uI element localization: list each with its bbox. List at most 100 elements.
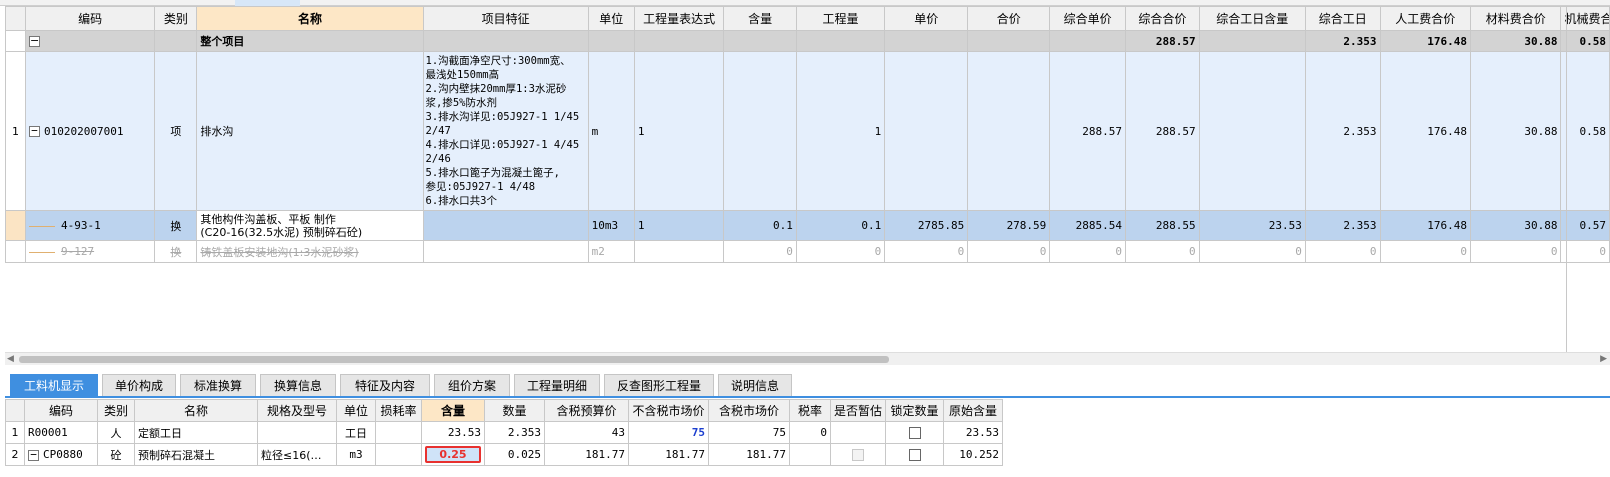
sub-machine-cost: 0.57 <box>1560 210 1610 241</box>
lock-quantity-checkbox[interactable] <box>908 427 921 439</box>
res-header-code[interactable]: 编码 <box>24 399 98 422</box>
deleted-category: 换 <box>154 240 198 263</box>
sub-content[interactable]: 0.1 <box>723 210 797 241</box>
total-row-name: 整个项目 <box>196 30 424 52</box>
tab-standard-conversion[interactable]: 标准换算 <box>180 374 256 396</box>
header-code[interactable]: 编码 <box>24 6 156 31</box>
total-labor-cost: 176.48 <box>1379 30 1472 52</box>
res-header-unit[interactable]: 单位 <box>336 399 376 422</box>
header-total-price[interactable]: 合价 <box>967 6 1051 31</box>
resource-header-row: 编码 类别 名称 规格及型号 单位 损耗率 含量 数量 含税预算价 不含税市场价… <box>5 399 1004 422</box>
bill-item-row[interactable]: 1 −010202007001 项 排水沟 1.沟截面净空尺寸:300mm宽、 … <box>5 51 1610 211</box>
lock-quantity-checkbox[interactable] <box>908 449 921 461</box>
item-comp-total: 288.57 <box>1125 51 1200 211</box>
total-machine-cost: 0.58 <box>1560 30 1610 52</box>
res-header-content[interactable]: 含量 <box>421 399 485 422</box>
sub-expression[interactable]: 1 <box>633 210 725 241</box>
sub-comp-total: 288.55 <box>1125 210 1200 241</box>
header-feature[interactable]: 项目特征 <box>422 6 589 31</box>
total-row[interactable]: − 整个项目 288.57 2.353 176.48 30.88 0.58 <box>5 30 1610 52</box>
res-header-tax[interactable]: 税率 <box>789 399 831 422</box>
header-name[interactable]: 名称 <box>196 6 424 31</box>
sub-unit[interactable]: 10m3 <box>587 210 635 241</box>
tab-conversion-info[interactable]: 换算信息 <box>260 374 336 396</box>
grid-right-edge <box>1566 6 1567 353</box>
tab-quantity-detail[interactable]: 工程量明细 <box>514 374 600 396</box>
item-expression[interactable]: 1 <box>633 51 725 211</box>
header-labor-day-content[interactable]: 综合工日含量 <box>1198 6 1306 31</box>
sub-quantity: 0.1 <box>795 210 886 241</box>
tab-description[interactable]: 说明信息 <box>718 374 792 396</box>
sub-total-price: 278.59 <box>967 210 1051 241</box>
tree-line <box>28 225 55 227</box>
header-unit[interactable]: 单位 <box>587 6 635 31</box>
deleted-name: 铸铁盖板安装地沟(1:3水泥砂浆) <box>196 240 424 263</box>
res-header-market-price-ex[interactable]: 不含税市场价 <box>628 399 709 422</box>
header-labor-cost[interactable]: 人工费合价 <box>1379 6 1472 31</box>
sub-comp-unit-price: 2885.54 <box>1049 210 1127 241</box>
res-header-category[interactable]: 类别 <box>97 399 135 422</box>
sub-name-editor[interactable]: 其他构件沟盖板、平板 制作 (C20-16(32.5水泥) 预制碎石砼) <box>196 210 424 241</box>
item-quantity: 1 <box>795 51 886 211</box>
detail-tabs: 工料机显示 单价构成 标准换算 换算信息 特征及内容 组价方案 工程量明细 反查… <box>10 374 796 396</box>
item-feature[interactable]: 1.沟截面净空尺寸:300mm宽、 最浅处150mm高 2.沟内壁抹20mm厚1… <box>422 51 589 211</box>
collapse-toggle[interactable]: − <box>28 449 39 461</box>
provisional-checkbox[interactable] <box>852 449 864 461</box>
scroll-right-icon[interactable]: ▶ <box>1600 354 1607 364</box>
res-header-lock[interactable]: 锁定数量 <box>885 399 945 422</box>
item-labor-days: 2.353 <box>1304 51 1381 211</box>
resource-grid: 编码 类别 名称 规格及型号 单位 损耗率 含量 数量 含税预算价 不含税市场价… <box>5 399 1004 466</box>
grid-header-row: 编码 类别 名称 项目特征 单位 工程量表达式 含量 工程量 单价 合价 综合单… <box>5 6 1610 31</box>
header-category[interactable]: 类别 <box>154 6 198 31</box>
tab-pricing-scheme[interactable]: 组价方案 <box>434 374 510 396</box>
deleted-quota-row[interactable]: 9-127 换 铸铁盖板安装地沟(1:3水泥砂浆) m2 0 0 0 0 0 0… <box>5 240 1610 263</box>
content-edit-field[interactable]: 0.25 <box>425 446 481 463</box>
scrollbar-thumb[interactable] <box>19 356 889 363</box>
item-comp-unit-price: 288.57 <box>1049 51 1127 211</box>
quota-sub-row[interactable]: 4-93-1 换 其他构件沟盖板、平板 制作 (C20-16(32.5水泥) 预… <box>5 210 1610 241</box>
res-header-spec[interactable]: 规格及型号 <box>257 399 337 422</box>
resource-row[interactable]: 1 R00001 人 定额工日 工日 23.53 2.353 43 75 75 … <box>5 421 1004 444</box>
sub-unit-price: 2785.85 <box>884 210 969 241</box>
res-header-original[interactable]: 原始含量 <box>943 399 1004 422</box>
header-unit-price[interactable]: 单价 <box>884 6 969 31</box>
sub-code: 4-93-1 <box>60 219 101 232</box>
deleted-unit: m2 <box>587 240 635 263</box>
header-machine-cost[interactable]: 机械费合价 <box>1560 6 1610 31</box>
header-labor-days[interactable]: 综合工日 <box>1304 6 1381 31</box>
header-quantity[interactable]: 工程量 <box>795 6 886 31</box>
res-header-name[interactable]: 名称 <box>134 399 258 422</box>
sub-labor-day-content: 23.53 <box>1198 210 1306 241</box>
scroll-left-icon[interactable]: ◀ <box>7 354 14 364</box>
tab-underline <box>5 396 1610 398</box>
tab-resource-display[interactable]: 工料机显示 <box>10 374 98 396</box>
sub-category: 换 <box>154 210 198 241</box>
res-header-quantity[interactable]: 数量 <box>484 399 545 422</box>
item-code: 010202007001 <box>43 124 124 138</box>
tab-features-content[interactable]: 特征及内容 <box>340 374 430 396</box>
sub-material-cost: 30.88 <box>1469 210 1562 241</box>
row-number: 1 <box>5 51 26 211</box>
header-rownum <box>5 6 26 31</box>
header-comp-unit-price[interactable]: 综合单价 <box>1049 6 1127 31</box>
collapse-toggle[interactable]: − <box>28 35 40 47</box>
resource-row[interactable]: 2 − CP0880 砼 预制碎石混凝土 粒径≤16(… m3 0.25 0.02… <box>5 443 1004 466</box>
res-header-loss[interactable]: 损耗率 <box>375 399 422 422</box>
sub-labor-days: 2.353 <box>1304 210 1381 241</box>
item-category: 项 <box>154 51 198 211</box>
item-name[interactable]: 排水沟 <box>196 51 424 211</box>
header-expression[interactable]: 工程量表达式 <box>633 6 725 31</box>
res-header-budget-price[interactable]: 含税预算价 <box>544 399 629 422</box>
horizontal-scrollbar[interactable]: ◀ ▶ <box>5 352 1610 365</box>
tab-graphic-quantity[interactable]: 反查图形工程量 <box>604 374 714 396</box>
item-unit[interactable]: m <box>587 51 635 211</box>
header-material-cost[interactable]: 材料费合价 <box>1469 6 1562 31</box>
res-header-market-price[interactable]: 含税市场价 <box>708 399 790 422</box>
collapse-toggle[interactable]: − <box>28 125 40 137</box>
item-material-cost: 30.88 <box>1469 51 1562 211</box>
header-content[interactable]: 含量 <box>723 6 797 31</box>
deleted-code: 9-127 <box>60 245 95 258</box>
tab-price-composition[interactable]: 单价构成 <box>102 374 176 396</box>
header-comp-total[interactable]: 综合合价 <box>1125 6 1200 31</box>
res-header-provisional[interactable]: 是否暂估 <box>829 399 887 422</box>
